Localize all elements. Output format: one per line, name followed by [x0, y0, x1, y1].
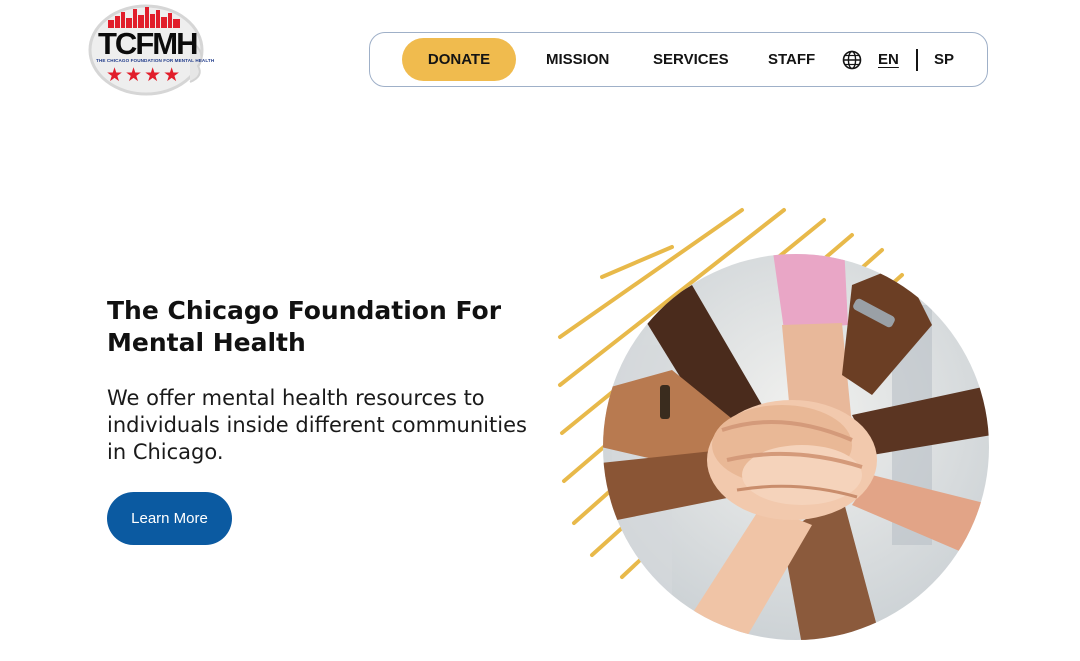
- hands-photo: [603, 254, 989, 640]
- hero-subtitle: We offer mental health resources to indi…: [107, 386, 527, 464]
- tcfmh-logo[interactable]: TCFMH THE CHICAGO FOUNDATION FOR MENTAL …: [86, 4, 215, 96]
- logo-acronym: TCFMH: [98, 26, 198, 61]
- language-option-sp[interactable]: SP: [934, 33, 954, 85]
- hero-title: The Chicago Foundation For Mental Health: [107, 296, 502, 357]
- nav-item-mission[interactable]: MISSION: [546, 33, 609, 85]
- main-nav: DONATE MISSION SERVICES STAFF EN SP: [369, 32, 988, 87]
- donate-button[interactable]: DONATE: [402, 38, 516, 81]
- nav-item-services[interactable]: SERVICES: [653, 33, 729, 85]
- page: TCFMH THE CHICAGO FOUNDATION FOR MENTAL …: [0, 0, 1080, 661]
- logo-tagline: THE CHICAGO FOUNDATION FOR MENTAL HEALTH: [96, 58, 215, 63]
- hero-image: [558, 208, 989, 640]
- logo-stars-icon: ★★★★: [106, 64, 183, 86]
- learn-more-button[interactable]: Learn More: [107, 492, 232, 545]
- globe-icon[interactable]: [842, 50, 862, 70]
- nav-item-staff[interactable]: STAFF: [768, 33, 815, 85]
- language-divider: [916, 49, 918, 71]
- language-option-en[interactable]: EN: [878, 33, 899, 85]
